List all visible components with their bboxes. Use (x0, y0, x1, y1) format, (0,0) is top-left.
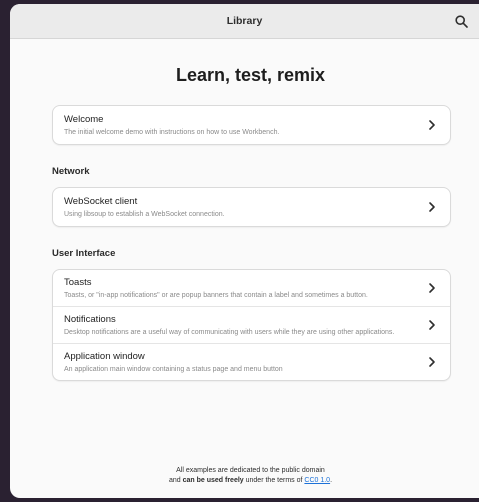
footer-text: . (330, 477, 333, 484)
library-content: Learn, test, remix Welcome The initial w… (10, 65, 479, 381)
chevron-right-icon (429, 120, 435, 130)
footer-text: and (168, 477, 183, 484)
search-icon (454, 14, 468, 28)
list-item-subtitle: Toasts, or "in-app notifications" or are… (64, 292, 368, 299)
window-title: Library (226, 15, 263, 27)
list-item-title: Welcome (64, 114, 104, 125)
section-heading-network: Network (52, 166, 90, 177)
library-window: Library Learn, test, remix Welcome The i… (10, 4, 479, 498)
list-item-title: Application window (64, 351, 145, 362)
list-item-subtitle: An application main window containing a … (64, 366, 283, 373)
network-list: WebSocket client Using libsoup to establ… (52, 187, 451, 227)
footer-emphasis: can be used freely (182, 477, 244, 484)
search-button[interactable] (451, 11, 471, 31)
list-item-subtitle: Desktop notifications are a useful way o… (64, 329, 395, 336)
list-item-notifications[interactable]: Notifications Desktop notifications are … (53, 307, 450, 344)
footer-text: under the terms of (243, 477, 305, 484)
license-footer: All examples are dedicated to the public… (52, 466, 449, 486)
chevron-right-icon (429, 357, 435, 367)
list-item-websocket-client[interactable]: WebSocket client Using libsoup to establ… (53, 188, 450, 226)
chevron-right-icon (429, 202, 435, 212)
chevron-right-icon (429, 283, 435, 293)
section-heading-user-interface: User Interface (52, 248, 116, 259)
page-title: Learn, test, remix (175, 65, 326, 85)
footer-line-2: and can be used freely under the terms o… (52, 476, 449, 486)
list-item-application-window[interactable]: Application window An application main w… (53, 344, 450, 380)
list-item-subtitle: Using libsoup to establish a WebSocket c… (64, 211, 225, 218)
user-interface-list: Toasts Toasts, or "in-app notifications"… (52, 269, 451, 381)
intro-list: Welcome The initial welcome demo with in… (52, 105, 451, 145)
list-item-title: Toasts (64, 277, 92, 288)
list-item-title: Notifications (64, 314, 116, 325)
list-item-subtitle: The initial welcome demo with instructio… (64, 129, 280, 136)
cc0-license-link[interactable]: CC0 1.0 (304, 477, 330, 484)
list-item-welcome[interactable]: Welcome The initial welcome demo with in… (53, 106, 450, 144)
header-bar: Library (10, 4, 479, 39)
footer-line-1: All examples are dedicated to the public… (176, 467, 325, 474)
chevron-right-icon (429, 320, 435, 330)
list-item-title: WebSocket client (64, 196, 138, 207)
list-item-toasts[interactable]: Toasts Toasts, or "in-app notifications"… (53, 270, 450, 307)
